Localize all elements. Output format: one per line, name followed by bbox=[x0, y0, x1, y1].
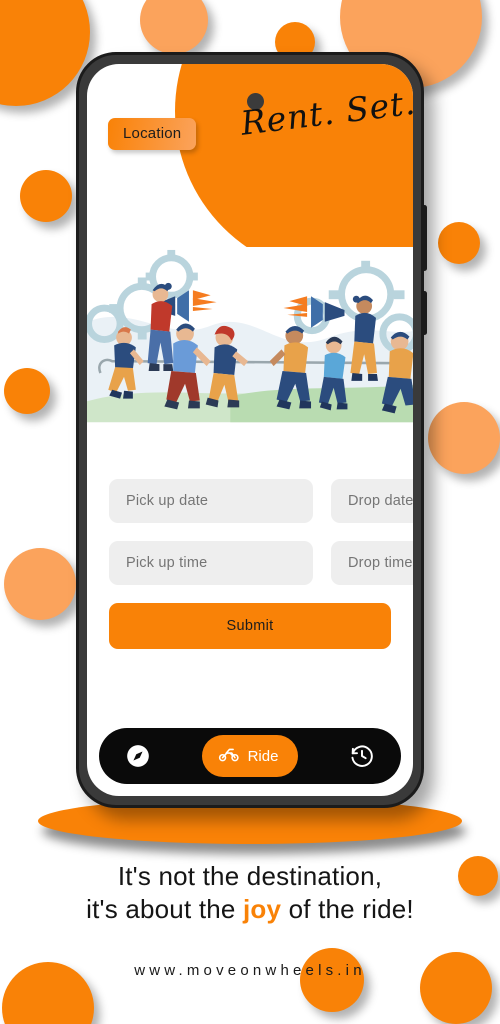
motorcycle-icon bbox=[218, 743, 240, 769]
poster-canvas: Rent. Set. G Location bbox=[0, 0, 500, 1024]
phone-screen: Rent. Set. G Location bbox=[87, 64, 413, 796]
date-row bbox=[109, 479, 413, 523]
illustration-svg bbox=[87, 247, 413, 434]
decorative-circle bbox=[300, 948, 364, 1012]
drop-date-input[interactable] bbox=[331, 479, 413, 523]
pickup-date-input[interactable] bbox=[109, 479, 313, 523]
decorative-circle bbox=[428, 402, 500, 474]
website-url: www.moveonwheels.in bbox=[134, 962, 366, 979]
quote-before: it's about the bbox=[86, 894, 243, 925]
decorative-circle bbox=[438, 222, 480, 264]
tug-of-war-illustration bbox=[87, 247, 413, 434]
decorative-circle bbox=[140, 0, 208, 54]
quote-highlight: joy bbox=[242, 894, 282, 925]
phone-mockup: Rent. Set. G Location bbox=[76, 52, 427, 808]
tagline-quote: It's not the destination, it's about the… bbox=[0, 860, 500, 927]
decorative-circle bbox=[4, 548, 76, 620]
phone-volume-button[interactable] bbox=[422, 205, 427, 271]
quote-line-2: it's about the joy of the ride! bbox=[0, 893, 500, 926]
compass-icon[interactable] bbox=[125, 743, 151, 769]
ride-tab-label: Ride bbox=[247, 747, 279, 765]
decorative-circle bbox=[20, 170, 72, 222]
submit-button[interactable]: Submit bbox=[109, 603, 391, 649]
ride-tab-button[interactable]: Ride bbox=[201, 735, 299, 777]
location-button[interactable]: Location bbox=[108, 118, 197, 150]
drop-time-input[interactable] bbox=[331, 541, 413, 585]
phone-power-button[interactable] bbox=[422, 291, 427, 335]
decorative-circle bbox=[4, 368, 50, 414]
pickup-time-input[interactable] bbox=[109, 541, 313, 585]
booking-form: Submit bbox=[87, 479, 413, 649]
bottom-navigation-bar: Ride bbox=[99, 728, 401, 784]
quote-line-1: It's not the destination, bbox=[117, 861, 383, 891]
quote-after: of the ride! bbox=[281, 894, 414, 925]
time-row bbox=[109, 541, 413, 585]
history-icon[interactable] bbox=[349, 743, 375, 769]
